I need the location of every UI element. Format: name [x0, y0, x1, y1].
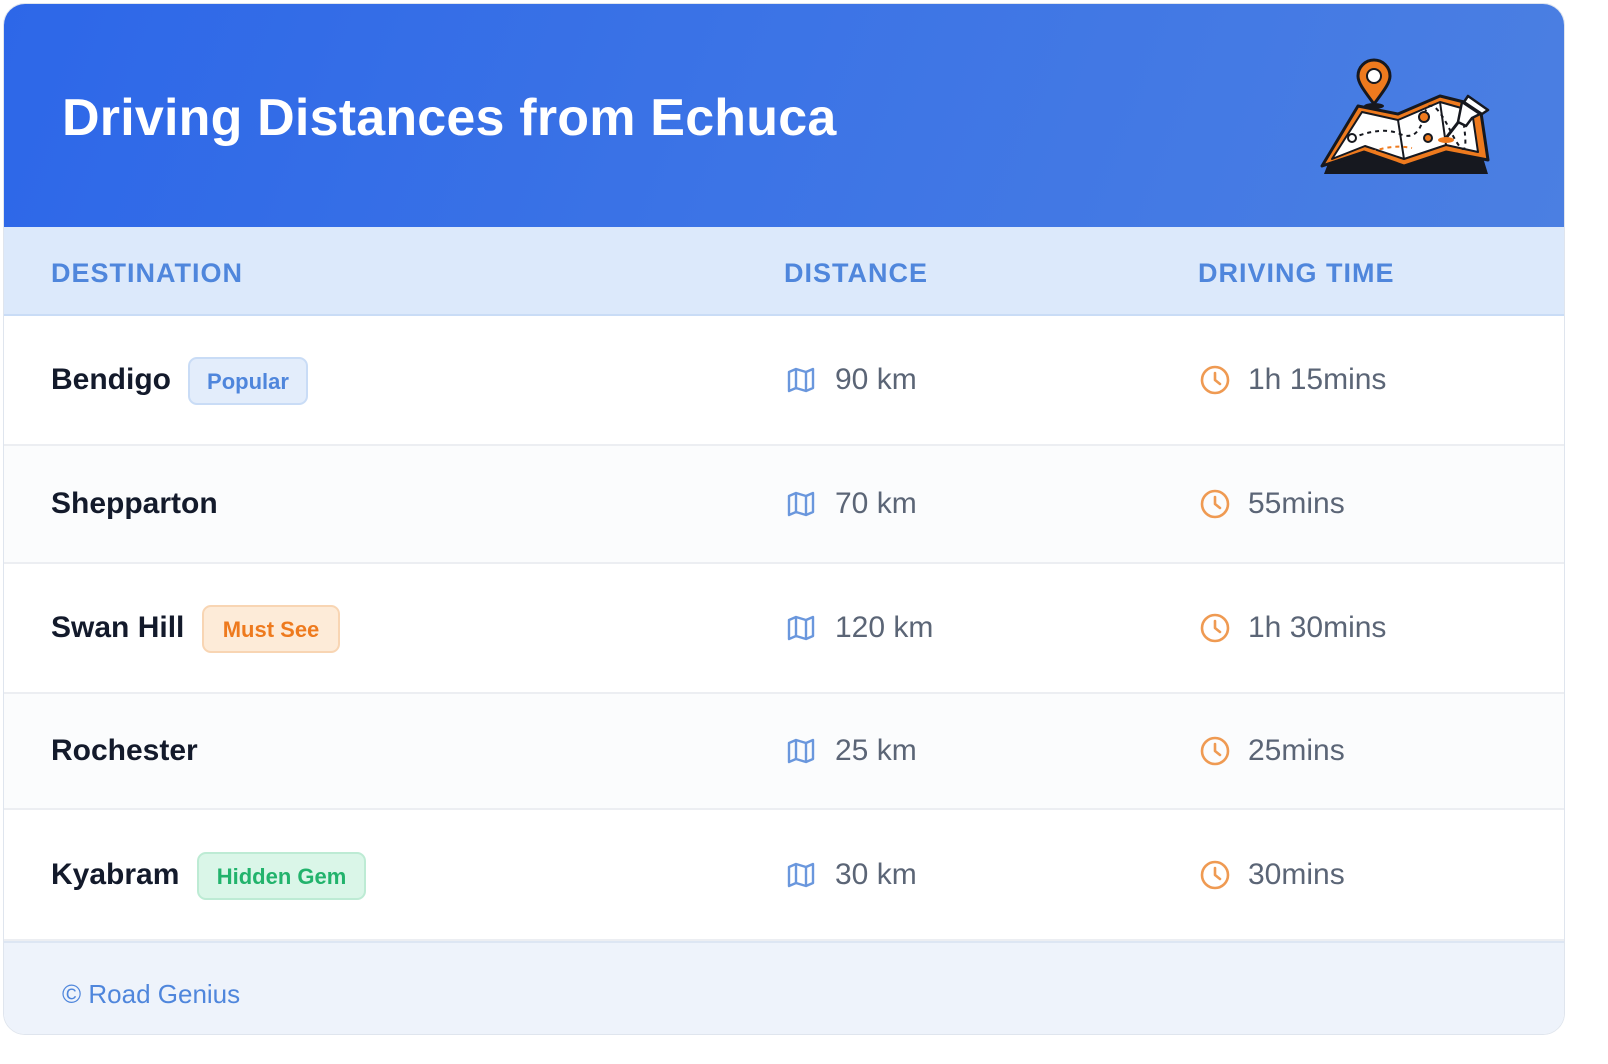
map-icon: [785, 859, 817, 891]
map-with-pins-icon: [1320, 58, 1490, 174]
destination-badge: Popular: [188, 357, 308, 405]
clock-icon: [1199, 859, 1231, 891]
destination-name: Bendigo: [51, 363, 171, 396]
clock-icon: [1199, 488, 1231, 520]
clock-icon: [1199, 735, 1231, 767]
footer-credit[interactable]: © Road Genius: [62, 979, 240, 1010]
map-icon: [785, 735, 817, 767]
destination-badge: Must See: [202, 605, 340, 653]
distance-value: 70 km: [835, 487, 917, 520]
map-icon: [785, 364, 817, 396]
map-icon: [785, 488, 817, 520]
destination-badge: Hidden Gem: [197, 852, 366, 900]
column-header-distance[interactable]: DISTANCE: [784, 258, 928, 289]
table-row[interactable]: Kyabram Hidden Gem 30 km 30mins: [4, 810, 1564, 941]
destination-name: Shepparton: [51, 487, 218, 520]
table-row[interactable]: Rochester 25 km 25mins: [4, 694, 1564, 810]
map-icon: [785, 612, 817, 644]
driving-time-value: 1h 15mins: [1248, 363, 1387, 396]
table-header: DESTINATION DISTANCE DRIVING TIME: [4, 227, 1564, 316]
page-title: Driving Distances from Echuca: [62, 89, 837, 147]
distance-value: 25 km: [835, 734, 917, 767]
destination-name: Rochester: [51, 734, 198, 767]
driving-time-value: 25mins: [1248, 734, 1345, 767]
column-header-destination[interactable]: DESTINATION: [51, 258, 243, 289]
header-banner: Driving Distances from Echuca: [4, 4, 1564, 227]
distances-card: Driving Distances from Echuca DESTINATIO…: [3, 3, 1565, 1035]
driving-time-value: 55mins: [1248, 487, 1345, 520]
driving-time-value: 30mins: [1248, 858, 1345, 891]
distance-value: 120 km: [835, 611, 934, 644]
clock-icon: [1199, 612, 1231, 644]
clock-icon: [1199, 364, 1231, 396]
distance-value: 30 km: [835, 858, 917, 891]
table-row[interactable]: Shepparton 70 km 55mins: [4, 446, 1564, 564]
destination-name: Kyabram: [51, 858, 180, 891]
table-row[interactable]: Bendigo Popular 90 km 1h 15mins: [4, 316, 1564, 446]
destination-name: Swan Hill: [51, 611, 185, 644]
distance-value: 90 km: [835, 363, 917, 396]
table-row[interactable]: Swan Hill Must See 120 km 1h 30mins: [4, 564, 1564, 694]
driving-time-value: 1h 30mins: [1248, 611, 1387, 644]
footer: © Road Genius: [4, 941, 1564, 1034]
column-header-driving-time[interactable]: DRIVING TIME: [1198, 258, 1395, 289]
